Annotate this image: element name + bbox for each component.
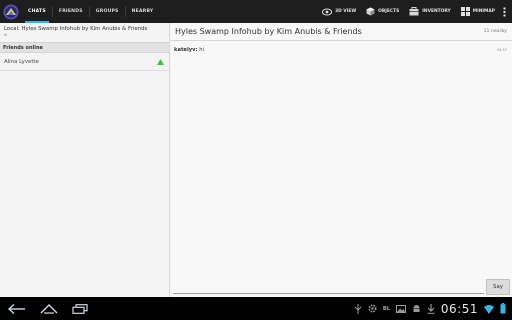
say-button-label: Say: [493, 284, 503, 290]
chat-pane: Hyles Swamp Infohub by Kim Anubis & Frie…: [171, 23, 512, 297]
chat-input-bar: Say: [171, 277, 512, 297]
3d-view-label: 3D VIEW: [335, 9, 357, 14]
tab-friends-label: FRIENDS: [58, 9, 83, 14]
chat-input[interactable]: [173, 293, 484, 294]
inventory-button[interactable]: INVENTORY: [404, 0, 455, 23]
minimap-button[interactable]: MINIMAP: [456, 0, 500, 23]
tab-nearby[interactable]: NEARBY: [126, 0, 160, 23]
objects-label: OBJECTS: [378, 9, 400, 14]
recent-apps-icon[interactable]: [72, 303, 88, 314]
app-logo-icon[interactable]: [0, 0, 22, 23]
tab-friends[interactable]: FRIENDS: [53, 0, 89, 23]
tab-groups[interactable]: GROUPS: [90, 0, 125, 23]
chat-list-pane: Local: Hyles Swamp Infohub by Kim Anubis…: [0, 23, 170, 297]
message-sender: katelyv:: [174, 47, 198, 53]
clock: 06:51: [440, 301, 478, 316]
chat-header: Hyles Swamp Infohub by Kim Anubis & Frie…: [171, 23, 512, 41]
objects-button[interactable]: OBJECTS: [361, 0, 404, 23]
local-chat-title: Local: Hyles Swamp Infohub by Kim Anubis…: [4, 26, 148, 32]
chat-title: Hyles Swamp Infohub by Kim Anubis & Frie…: [175, 27, 362, 36]
eye-icon: [322, 8, 333, 15]
tab-chats-label: CHATS: [28, 9, 46, 14]
grid-icon: [460, 7, 470, 16]
system-bar: BL 06:51: [0, 297, 512, 320]
cube-icon: [366, 7, 375, 16]
friend-name: Alina Lyvette: [4, 58, 39, 65]
android-icon: [413, 305, 420, 312]
back-icon[interactable]: [8, 303, 26, 314]
tab-nearby-label: NEARBY: [131, 9, 154, 14]
usb-icon: [354, 303, 362, 314]
overflow-menu-button[interactable]: [500, 0, 512, 23]
minimap-label: MINIMAP: [472, 9, 495, 14]
bl-status-icon: BL: [382, 305, 390, 312]
download-icon: [427, 303, 435, 314]
3d-view-button[interactable]: 3D VIEW: [317, 0, 361, 23]
say-button[interactable]: Say: [486, 279, 510, 295]
tab-chats[interactable]: CHATS: [22, 0, 52, 23]
battery-icon: [500, 303, 506, 314]
friends-online-header: Friends online: [0, 42, 169, 53]
message-time: 04:57: [497, 48, 507, 52]
overflow-menu-icon: [503, 7, 506, 16]
wifi-icon: [484, 304, 494, 314]
settings-icon: [368, 304, 377, 313]
list-item[interactable]: Alina Lyvette: [0, 53, 169, 71]
local-chat-preview: hi: [4, 33, 8, 37]
image-icon: [395, 304, 406, 313]
message-text: hi: [199, 47, 204, 53]
inventory-label: INVENTORY: [422, 9, 451, 14]
chat-message: katelyv: hi 04:57: [171, 41, 512, 53]
local-chat-item[interactable]: Local: Hyles Swamp Infohub by Kim Anubis…: [0, 23, 169, 40]
home-icon[interactable]: [40, 303, 58, 314]
nearby-count: 11 nearby: [483, 29, 507, 34]
tab-groups-label: GROUPS: [95, 9, 119, 14]
online-status-icon: [157, 58, 164, 65]
action-bar: CHATS FRIENDS GROUPS NEARBY 3D VIEW OBJE…: [0, 0, 512, 23]
inventory-box-icon: [409, 7, 419, 16]
